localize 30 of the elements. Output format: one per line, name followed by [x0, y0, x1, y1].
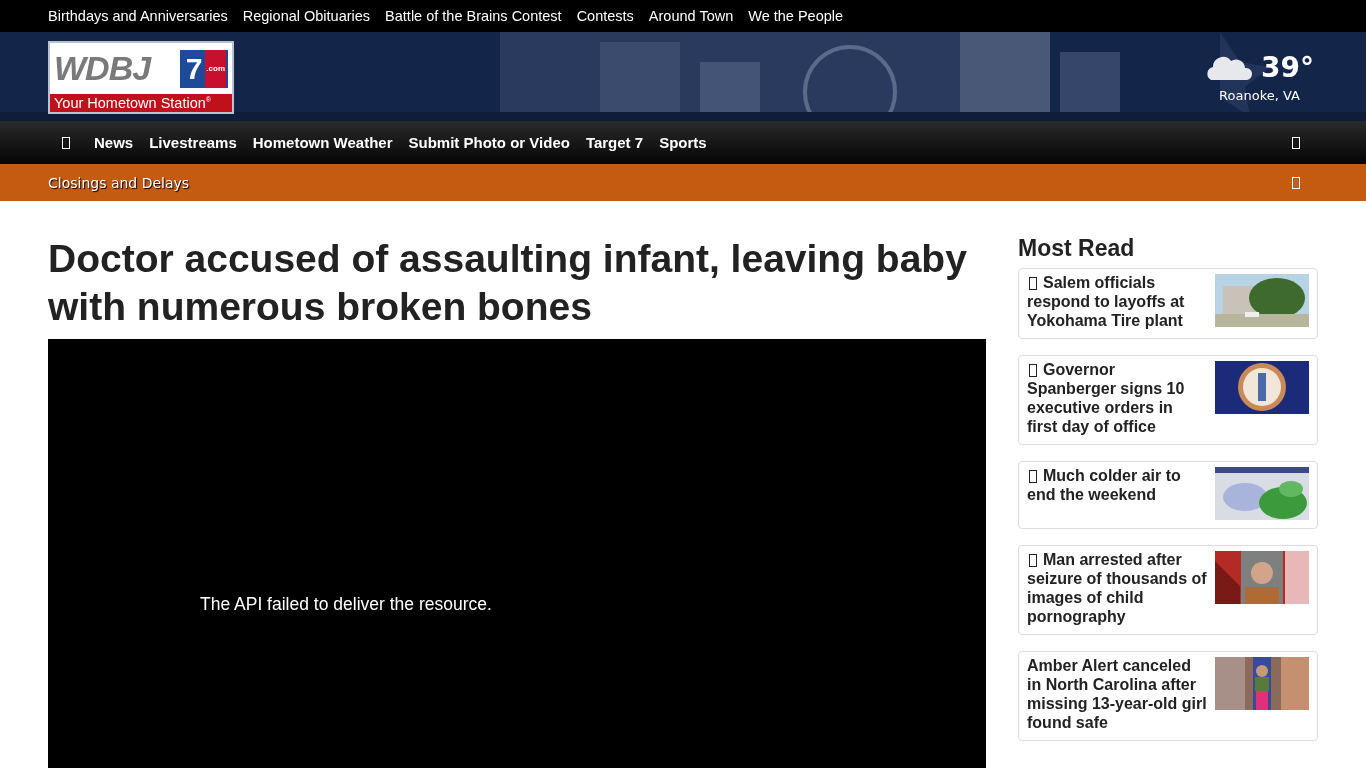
top-nav-link[interactable]: Birthdays and Anniversaries: [48, 8, 228, 24]
story-title[interactable]: Amber Alert canceled in North Carolina after missing 13-year-old girl found safe: [1027, 656, 1207, 732]
weather-location: Roanoke, VA: [1219, 87, 1300, 103]
story-card[interactable]: Governor Spanberger signs 10 executive orders in first day of office: [1018, 355, 1318, 445]
nav-link[interactable]: Submit Photo or Video: [408, 134, 570, 151]
top-nav-link[interactable]: We the People: [748, 8, 844, 24]
video-player[interactable]: The API failed to deliver the resource.: [48, 339, 986, 768]
story-card[interactable]: Much colder air to end the weekend: [1018, 461, 1318, 529]
story-card[interactable]: Amber Alert canceled in North Carolina after missing 13-year-old girl found safe: [1018, 651, 1318, 741]
story-title[interactable]: Much colder air to end the weekend: [1027, 466, 1207, 504]
nav-link[interactable]: Target 7: [585, 134, 644, 151]
top-nav-link[interactable]: Contests: [576, 8, 634, 24]
story-card[interactable]: Man arrested after seizure of thousands of images of child pornography: [1018, 545, 1318, 635]
top-nav-link[interactable]: Regional Obituaries: [242, 8, 371, 24]
closings-link[interactable]: Closings and Delays: [48, 174, 190, 191]
top-nav-link[interactable]: Battle of the Brains Contest: [385, 8, 562, 24]
nav-link[interactable]: Hometown Weather: [252, 134, 393, 151]
nav-link[interactable]: Livestreams: [149, 134, 237, 151]
temperature: 39°: [1261, 50, 1314, 84]
story-title[interactable]: Governor Spanberger signs 10 executive orders in first day of office: [1027, 360, 1207, 436]
error-message: The API failed to deliver the resource.: [200, 593, 492, 615]
nav-link[interactable]: Sports: [659, 134, 707, 151]
top-nav-link[interactable]: Around Town: [648, 8, 734, 24]
story-title[interactable]: Man arrested after seizure of thousands of images of child pornography: [1027, 550, 1207, 626]
section-title: Most Read: [1018, 235, 1136, 262]
article-headline: Doctor accused of assaulting infant, leaving baby with numerous broken bones: [48, 236, 968, 330]
cloud-icon: [1205, 54, 1254, 80]
nav-link[interactable]: News: [94, 134, 134, 151]
story-card[interactable]: Salem officials respond to layoffs at Yokohama Tire plant: [1018, 268, 1318, 339]
story-title[interactable]: Salem officials respond to layoffs at Yokohama Tire plant: [1027, 273, 1207, 330]
